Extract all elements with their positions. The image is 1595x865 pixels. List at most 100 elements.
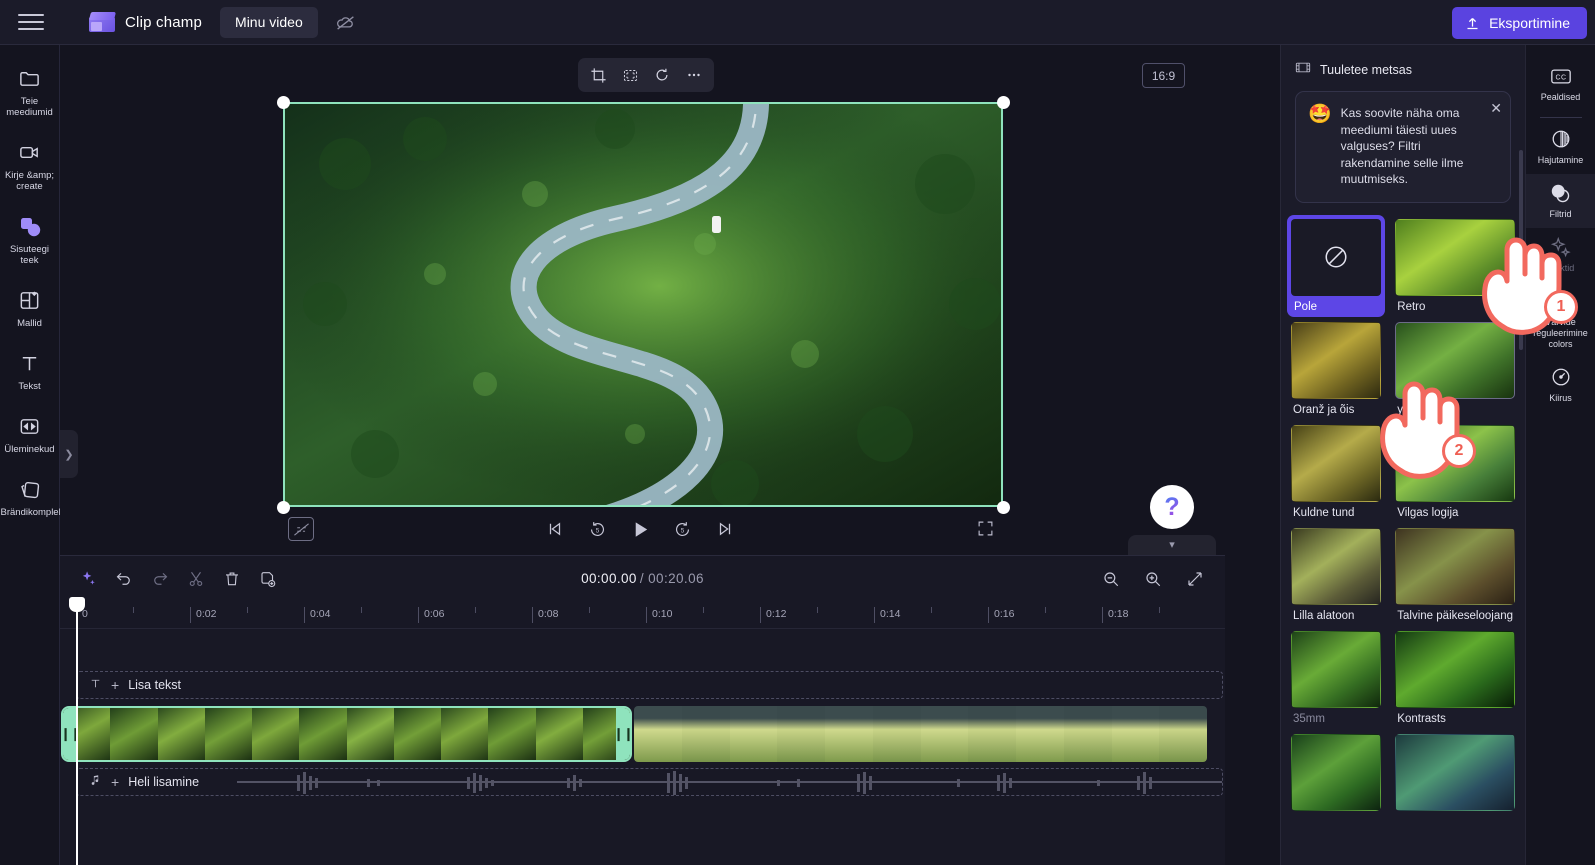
- captions-off-icon[interactable]: [288, 517, 314, 541]
- filter-item-extra-1[interactable]: [1291, 733, 1382, 816]
- svg-text:5: 5: [596, 527, 600, 534]
- rail-item-fade[interactable]: Hajutamine: [1526, 120, 1595, 174]
- undo-icon[interactable]: [108, 564, 140, 594]
- sidebar-item-content-library[interactable]: Sisuteegi teek: [0, 207, 60, 272]
- ruler-tick: 0:08: [532, 607, 558, 623]
- sidebar-item-record-create[interactable]: Kirje &amp; create: [0, 133, 60, 198]
- resize-handle-bottom-right[interactable]: [997, 501, 1010, 514]
- add-audio-track[interactable]: + Heli lisamine: [76, 768, 1223, 796]
- rail-item-effects[interactable]: Efektid: [1526, 228, 1595, 282]
- cloud-offline-icon[interactable]: [330, 7, 362, 37]
- ai-sparkle-icon[interactable]: [72, 564, 104, 594]
- filter-item-extra-2[interactable]: [1395, 733, 1515, 816]
- brand: Clip champ: [89, 11, 202, 33]
- ruler-tick: 0:12: [760, 607, 786, 623]
- ruler-tick: 0:10: [646, 607, 672, 623]
- play-icon[interactable]: [625, 514, 655, 544]
- filter-label: Kontrasts: [1397, 712, 1446, 725]
- filter-item-none[interactable]: Pole: [1287, 214, 1386, 317]
- help-button[interactable]: ?: [1150, 485, 1194, 529]
- svg-text:CC: CC: [1555, 74, 1566, 81]
- ruler-tick: 0:02: [190, 607, 216, 623]
- forward-5-icon[interactable]: 5: [668, 514, 698, 544]
- fullscreen-icon[interactable]: [972, 515, 998, 541]
- export-button[interactable]: Eksportimine: [1452, 7, 1587, 39]
- add-text-track[interactable]: + Lisa tekst: [76, 671, 1223, 699]
- export-button-label: Eksportimine: [1489, 15, 1570, 31]
- crop-icon[interactable]: [583, 61, 613, 89]
- timeline-ruler[interactable]: 0 0:02 0:04 0:06 0:08 0:10 0:12 0:14 0:1…: [60, 601, 1225, 629]
- video-camera-icon: [18, 140, 41, 165]
- rail-item-color-adjust[interactable]: Värvide reguleerimine colors: [1526, 282, 1595, 358]
- ruler-tick: 0:14: [874, 607, 900, 623]
- more-options-icon[interactable]: [679, 61, 709, 89]
- panel-collapse-chevron-down-icon[interactable]: ▾: [1128, 535, 1216, 557]
- templates-icon: [18, 288, 41, 313]
- close-icon[interactable]: ✕: [1490, 100, 1502, 117]
- video-clip-selected[interactable]: ❙❙ ❙❙: [61, 706, 632, 762]
- filter-item-vivid-logger[interactable]: Vilgas logija: [1395, 424, 1515, 519]
- sidebar-item-label: Mallid: [17, 318, 42, 329]
- panel-expand-toggle[interactable]: ❯: [60, 430, 78, 478]
- plus-icon: +: [111, 677, 120, 693]
- rail-item-label: Pealdised: [1540, 92, 1581, 102]
- duplicate-icon[interactable]: [252, 564, 284, 594]
- skip-forward-icon[interactable]: [710, 514, 740, 544]
- transport-controls: 5 5: [540, 513, 740, 545]
- sidebar-item-text[interactable]: Tekst: [0, 344, 60, 398]
- menu-hamburger-icon[interactable]: [18, 11, 44, 33]
- sidebar-item-your-media[interactable]: Teie meediumid: [0, 59, 60, 124]
- fade-icon: [1550, 128, 1572, 150]
- add-audio-label: Heli lisamine: [128, 775, 200, 789]
- skip-back-icon[interactable]: [540, 514, 570, 544]
- rewind-5-icon[interactable]: 5: [583, 514, 613, 544]
- filter-thumbnail: [1395, 630, 1515, 708]
- content-library-icon: [18, 214, 42, 239]
- video-clip-second[interactable]: [634, 706, 1207, 762]
- filter-item-35mm[interactable]: 35mm: [1291, 630, 1382, 725]
- sidebar-item-brand-kit[interactable]: Brändikomplekt: [0, 470, 66, 524]
- delete-trash-icon[interactable]: [216, 564, 248, 594]
- trim-handle-left[interactable]: ❙❙: [63, 708, 81, 760]
- filter-item-golden-hour[interactable]: Kuldne tund: [1291, 424, 1382, 519]
- rotate-icon[interactable]: [647, 61, 677, 89]
- filter-thumbnail: [1395, 321, 1515, 399]
- filter-item-orange-blossom[interactable]: Oranž ja õis: [1291, 321, 1382, 416]
- video-preview[interactable]: [283, 102, 1003, 507]
- filter-label: [1395, 811, 1515, 816]
- resize-handle-top-left[interactable]: [277, 96, 290, 109]
- project-name-button[interactable]: Minu video: [220, 6, 318, 38]
- filter-item-purple-undertone[interactable]: Lilla alatoon: [1291, 527, 1382, 622]
- filter-item-winter-sunset[interactable]: Talvine päikeseloojang: [1395, 527, 1515, 622]
- filter-thumbnail: [1395, 733, 1515, 811]
- filter-item-retro[interactable]: Retro: [1395, 218, 1515, 313]
- effects-icon: [1550, 236, 1572, 258]
- split-scissors-icon[interactable]: [180, 564, 212, 594]
- sidebar-item-label: Üleminekud: [4, 444, 55, 455]
- sidebar-item-transitions[interactable]: Üleminekud: [0, 407, 60, 461]
- rail-item-captions[interactable]: CC Pealdised: [1526, 57, 1595, 111]
- fit-icon[interactable]: [615, 61, 645, 89]
- zoom-in-icon[interactable]: [1137, 564, 1169, 594]
- panel-scrollbar[interactable]: [1519, 150, 1523, 350]
- trim-handle-right[interactable]: ❙❙: [613, 708, 630, 760]
- filter-thumbnail: [1291, 733, 1382, 811]
- rail-item-label: Kiirus: [1549, 393, 1572, 403]
- redo-icon[interactable]: [144, 564, 176, 594]
- resize-handle-bottom-left[interactable]: [277, 501, 290, 514]
- sidebar-item-templates[interactable]: Mallid: [0, 281, 60, 335]
- filter-item-youthful[interactable]: you: [1395, 321, 1515, 416]
- playhead[interactable]: [69, 597, 85, 865]
- rail-item-speed[interactable]: Kiirus: [1526, 358, 1595, 412]
- fit-to-timeline-icon[interactable]: [1179, 564, 1211, 594]
- zoom-out-icon[interactable]: [1095, 564, 1127, 594]
- filter-item-contrast[interactable]: Kontrasts: [1395, 630, 1515, 725]
- clip-thumbnails: [634, 706, 1207, 762]
- ruler-tick: 0:18: [1102, 607, 1128, 623]
- rail-item-filters[interactable]: Filtrid: [1525, 174, 1595, 228]
- ruler-tick: 0:16: [988, 607, 1014, 623]
- text-icon: [18, 351, 41, 376]
- filter-thumbnail: [1291, 527, 1382, 605]
- aspect-ratio-badge[interactable]: 16:9: [1142, 63, 1185, 88]
- resize-handle-top-right[interactable]: [997, 96, 1010, 109]
